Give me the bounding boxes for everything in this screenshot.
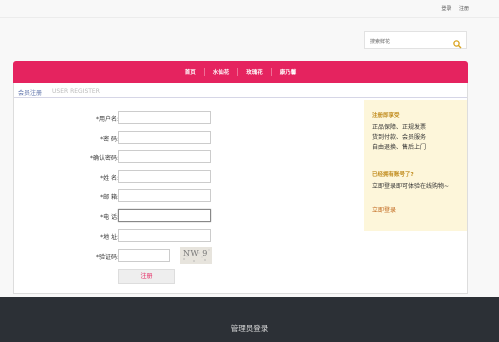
name-field[interactable] [118, 170, 211, 183]
form-row-username: *用户名: [14, 111, 364, 125]
benefits-sidebar: 注册即享受 正品保障、正规发票 货到付款、会员服务 自由退换、售后上门 已经拥有… [364, 100, 467, 231]
captcha-label: *验证码: [95, 254, 119, 261]
register-submit-button[interactable]: 注册 [118, 269, 175, 284]
phone-field[interactable] [118, 209, 211, 222]
nav-item-rose[interactable]: 玫瑰花 [237, 68, 271, 76]
benefit-line-1: 正品保障、正规发票 [372, 124, 427, 131]
password-field[interactable] [118, 131, 211, 144]
footer: 管理员登录 [0, 297, 499, 342]
login-link[interactable]: 登录 [441, 6, 451, 12]
form-row-name: *姓 名: [14, 170, 364, 184]
form-row-password: *密 码: [14, 131, 364, 145]
page-subtitle: USER REGISTER [52, 88, 100, 95]
username-label: *用户名: [95, 116, 119, 123]
main-nav: 首页 水仙花 玫瑰花 康乃馨 [13, 61, 468, 83]
breadcrumb: 会员注册 USER REGISTER [14, 83, 467, 98]
form-row-address: *地 址: [14, 229, 364, 243]
form-row-email: *邮 箱: [14, 189, 364, 203]
captcha-image[interactable]: NW 9 [180, 247, 212, 264]
email-label: *邮 箱: [100, 194, 119, 201]
address-field[interactable] [118, 229, 211, 242]
benefit-line-3: 自由退换、售后上门 [372, 144, 427, 151]
top-links: 登录 注册 [435, 5, 469, 12]
search-box: 搜索鲜花 [364, 31, 467, 49]
search-input[interactable]: 搜索鲜花 [370, 38, 390, 45]
confirm-password-field[interactable] [118, 150, 211, 163]
page-title: 会员注册 [18, 90, 43, 97]
address-label: *地 址: [100, 234, 119, 241]
register-panel: 会员注册 USER REGISTER *用户名: *密 码: *确认密码: *姓… [13, 83, 468, 294]
name-label: *姓 名: [100, 175, 119, 182]
password-label: *密 码: [100, 136, 119, 143]
benefits-title: 注册即享受 [372, 113, 400, 119]
captcha-text: NW 9 [183, 249, 208, 258]
email-field[interactable] [118, 189, 211, 202]
top-bar: 登录 注册 [0, 0, 499, 18]
search-icon[interactable] [452, 35, 463, 49]
form-row-phone: *电 话: [14, 209, 364, 223]
register-link[interactable]: 注册 [459, 6, 469, 12]
username-field[interactable] [118, 111, 211, 124]
confirm-password-label: *确认密码: [89, 155, 119, 162]
benefit-line-2: 货到付款、会员服务 [372, 134, 427, 141]
has-account-text: 立即登录即可体验在线购物~ [372, 183, 450, 190]
form-row-confirm-password: *确认密码: [14, 150, 364, 164]
captcha-field[interactable] [118, 249, 170, 262]
nav-item-narcissus[interactable]: 水仙花 [203, 68, 238, 76]
sidebar-login-link[interactable]: 立即登录 [372, 205, 396, 214]
has-account-title: 已经拥有账号了? [372, 172, 414, 178]
phone-label: *电 话: [100, 214, 119, 221]
admin-login-link[interactable]: 管理员登录 [0, 323, 499, 334]
nav-item-home[interactable]: 首页 [177, 68, 204, 76]
nav-item-carnation[interactable]: 康乃馨 [270, 68, 305, 76]
